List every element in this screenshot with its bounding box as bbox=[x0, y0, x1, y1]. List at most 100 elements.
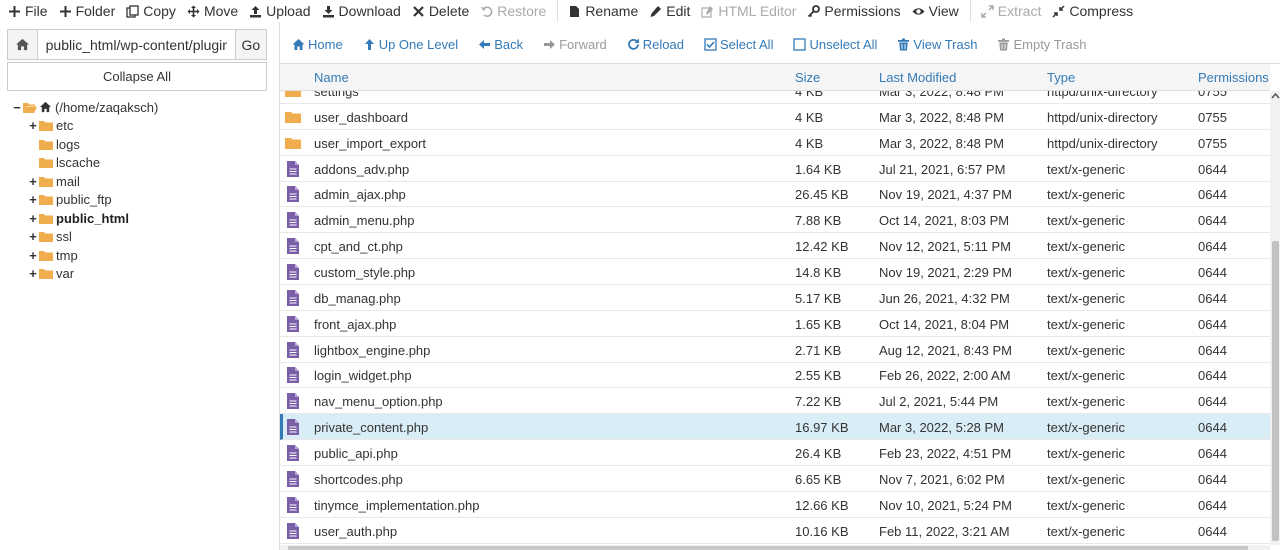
file-name[interactable]: lightbox_engine.php bbox=[314, 343, 430, 358]
horizontal-scrollbar[interactable] bbox=[280, 545, 1270, 550]
toolbar-file-button[interactable]: File bbox=[8, 0, 59, 22]
toolbar-edit-button[interactable]: Edit bbox=[649, 0, 701, 22]
compress-icon bbox=[1052, 4, 1065, 18]
toolbar-view-button[interactable]: View bbox=[912, 0, 970, 22]
collapse-all-button[interactable]: Collapse All bbox=[7, 62, 267, 91]
path-input[interactable] bbox=[37, 30, 235, 59]
table-row[interactable]: custom_style.php 14.8 KB Nov 19, 2021, 2:2… bbox=[280, 259, 1270, 285]
column-header-permissions[interactable]: Permissions bbox=[1198, 70, 1269, 85]
table-row[interactable]: public_api.php 26.4 KB Feb 23, 2022, 4:51 … bbox=[280, 440, 1270, 466]
file-permissions: 0755 bbox=[1198, 109, 1227, 125]
toolbar-upload-button[interactable]: Upload bbox=[249, 0, 321, 22]
file-name[interactable]: user_dashboard bbox=[314, 110, 408, 125]
file-name[interactable]: custom_style.php bbox=[314, 265, 415, 280]
file-name[interactable]: settings bbox=[314, 91, 359, 99]
toolbar-extract-button[interactable]: Extract bbox=[981, 0, 1053, 22]
nav-home-button[interactable]: Home bbox=[292, 37, 343, 52]
go-button[interactable]: Go bbox=[234, 30, 266, 59]
file-name[interactable]: nav_menu_option.php bbox=[314, 394, 443, 409]
column-header-last-modified[interactable]: Last Modified bbox=[879, 70, 956, 85]
toolbar-copy-button[interactable]: Copy bbox=[126, 0, 187, 22]
scroll-up-icon[interactable] bbox=[1270, 91, 1280, 101]
column-header-type[interactable]: Type bbox=[1047, 70, 1075, 85]
table-row[interactable]: settings 4 KB Mar 3, 2022, 8:48 PM httpd/un… bbox=[280, 91, 1270, 104]
nav-empty-trash-button[interactable]: Empty Trash bbox=[997, 37, 1086, 52]
column-header-size[interactable]: Size bbox=[795, 70, 820, 85]
table-row[interactable]: lightbox_engine.php 2.71 KB Aug 12, 2021, … bbox=[280, 337, 1270, 363]
tree-item-etc[interactable]: + etc bbox=[12, 117, 270, 136]
path-home-button[interactable] bbox=[8, 30, 38, 59]
file-name[interactable]: admin_ajax.php bbox=[314, 187, 406, 202]
nav-reload-button[interactable]: Reload bbox=[627, 37, 684, 52]
tree-toggle[interactable]: + bbox=[28, 248, 38, 263]
file-name[interactable]: db_manag.php bbox=[314, 291, 401, 306]
nav-up-one-level-button[interactable]: Up One Level bbox=[363, 37, 458, 52]
table-row[interactable]: addons_adv.php 1.64 KB Jul 21, 2021, 6:57 … bbox=[280, 156, 1270, 182]
file-name[interactable]: user_auth.php bbox=[314, 524, 397, 539]
tree-item-mail[interactable]: + mail bbox=[12, 172, 270, 191]
table-row[interactable]: cpt_and_ct.php 12.42 KB Nov 12, 2021, 5:11… bbox=[280, 233, 1270, 260]
tree-toggle[interactable]: + bbox=[28, 174, 38, 189]
file-last-modified: Oct 14, 2021, 8:03 PM bbox=[879, 213, 1010, 229]
table-row[interactable]: admin_ajax.php 26.45 KB Nov 19, 2021, 4:37… bbox=[280, 181, 1270, 208]
toolbar-download-button[interactable]: Download bbox=[322, 0, 412, 22]
tree-item-public-ftp[interactable]: + public_ftp bbox=[12, 191, 270, 210]
table-row[interactable]: user_import_export 4 KB Mar 3, 2022, 8:48 … bbox=[280, 130, 1270, 156]
table-row[interactable]: private_content.php 16.97 KB Mar 3, 2022, … bbox=[280, 414, 1270, 441]
toolbar-permissions-button[interactable]: Permissions bbox=[807, 0, 911, 22]
tree-toggle[interactable]: + bbox=[28, 192, 38, 207]
vertical-scroll-thumb[interactable] bbox=[1272, 241, 1279, 541]
toolbar-button-label: Restore bbox=[497, 3, 547, 19]
toolbar-html-editor-button[interactable]: HTML Editor bbox=[701, 0, 807, 22]
table-row[interactable]: user_dashboard 4 KB Mar 3, 2022, 8:48 PM ht… bbox=[280, 104, 1270, 130]
tree-toggle[interactable]: + bbox=[28, 118, 38, 133]
tree-item-label: etc bbox=[56, 118, 74, 134]
toolbar-folder-button[interactable]: Folder bbox=[59, 0, 127, 22]
horizontal-scroll-thumb[interactable] bbox=[288, 546, 1248, 550]
tree-toggle[interactable]: + bbox=[28, 266, 38, 281]
tree-item-tmp[interactable]: + tmp bbox=[12, 246, 270, 265]
nav-select-all-button[interactable]: Select All bbox=[704, 37, 773, 52]
file-name[interactable]: addons_adv.php bbox=[314, 162, 409, 177]
nav-forward-button[interactable]: Forward bbox=[543, 37, 607, 52]
nav-view-trash-button[interactable]: View Trash bbox=[897, 37, 977, 52]
tree-toggle[interactable]: + bbox=[28, 229, 38, 244]
file-name[interactable]: private_content.php bbox=[314, 420, 428, 435]
toolbar-rename-button[interactable]: Rename bbox=[568, 0, 649, 22]
table-row[interactable]: login_widget.php 2.55 KB Feb 26, 2022, 2:0… bbox=[280, 362, 1270, 389]
nav-back-button[interactable]: Back bbox=[478, 37, 523, 52]
table-row[interactable]: tinymce_implementation.php 12.66 KB Nov 10… bbox=[280, 492, 1270, 518]
vertical-scrollbar[interactable] bbox=[1270, 91, 1280, 545]
toolbar-move-button[interactable]: Move bbox=[187, 0, 249, 22]
toolbar-delete-button[interactable]: Delete bbox=[412, 0, 480, 22]
tree-item-lscache[interactable]: lscache bbox=[12, 154, 270, 173]
file-type: text/x-generic bbox=[1047, 161, 1126, 177]
file-name[interactable]: tinymce_implementation.php bbox=[314, 498, 479, 513]
tree-item-logs[interactable]: logs bbox=[12, 135, 270, 154]
table-row[interactable]: nav_menu_option.php 7.22 KB Jul 2, 2021, 5… bbox=[280, 388, 1270, 415]
column-header-name[interactable]: Name bbox=[314, 70, 349, 85]
home-icon bbox=[292, 38, 305, 50]
table-row[interactable]: user_auth.php 10.16 KB Feb 11, 2022, 3:21 … bbox=[280, 518, 1270, 544]
table-row[interactable]: front_ajax.php 1.65 KB Oct 14, 2021, 8:04 … bbox=[280, 311, 1270, 337]
toolbar-compress-button[interactable]: Compress bbox=[1052, 0, 1144, 22]
tree-item-home-zaqaksch[interactable]: − (/home/zaqaksch) bbox=[12, 98, 270, 117]
file-name[interactable]: public_api.php bbox=[314, 446, 398, 461]
table-row[interactable]: shortcodes.php 6.65 KB Nov 7, 2021, 6:02 P… bbox=[280, 466, 1270, 492]
table-row[interactable]: admin_menu.php 7.88 KB Oct 14, 2021, 8:03 … bbox=[280, 207, 1270, 234]
file-name[interactable]: shortcodes.php bbox=[314, 472, 403, 487]
file-name[interactable]: login_widget.php bbox=[314, 368, 412, 383]
file-name[interactable]: user_import_export bbox=[314, 136, 426, 151]
file-name[interactable]: front_ajax.php bbox=[314, 317, 396, 332]
tree-item-public-html[interactable]: + public_html bbox=[12, 209, 270, 228]
tree-toggle[interactable]: + bbox=[28, 211, 38, 226]
file-name[interactable]: admin_menu.php bbox=[314, 213, 414, 228]
toolbar-restore-button[interactable]: Restore bbox=[480, 0, 557, 22]
table-row[interactable]: db_manag.php 5.17 KB Jun 26, 2021, 4:32 PM… bbox=[280, 285, 1270, 311]
file-name[interactable]: cpt_and_ct.php bbox=[314, 239, 403, 254]
nav-unselect-all-button[interactable]: Unselect All bbox=[793, 37, 877, 52]
tree-toggle[interactable]: − bbox=[12, 100, 22, 115]
tree-item-var[interactable]: + var bbox=[12, 265, 270, 284]
tree-item-ssl[interactable]: + ssl bbox=[12, 228, 270, 247]
trash-icon bbox=[898, 38, 910, 50]
